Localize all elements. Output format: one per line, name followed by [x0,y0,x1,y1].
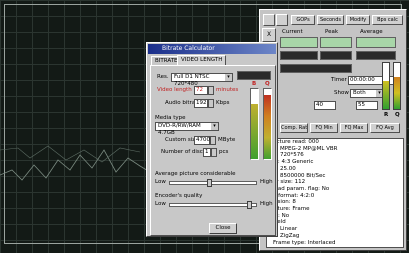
info-line: e: 25.00 [273,165,296,172]
fq-min-tab[interactable]: FQ Min [310,123,338,133]
video-length-spinner[interactable] [208,86,214,95]
media-type-label: Media type [155,115,186,121]
high-label-1: High [260,179,273,185]
number-of-discs-label: Number of discs [161,149,206,155]
r-level-bar [382,62,390,110]
info-line: e: ZigZag [273,232,300,239]
header-current: Current [282,29,303,35]
info-line: st: No [273,212,290,219]
b-bar-label: B [252,81,257,87]
media-type-select[interactable]: DVD-R/RW/RAM 4.7GB ▾ [155,122,219,136]
q-bar-label: Q [265,81,270,87]
info-line: e: Linear [273,226,298,233]
encoder-quality-slider-handle[interactable] [247,201,252,209]
info-line: io: 4:3 Generic [273,159,314,166]
info-line: er size: 112 [273,179,306,186]
kbps-label: Kbps [216,100,230,106]
mbyte-label: MByte [218,137,236,143]
q-level-fill [264,94,271,159]
info-line: e format: 4:2:0 [273,192,315,199]
info-line: load param. flag: No [273,185,330,192]
custom-size-spinner[interactable] [210,136,216,145]
minutes-label: minutes [216,87,239,93]
show-select[interactable]: Both ▾ [350,89,384,98]
gops-button[interactable]: GOPs [291,15,315,25]
comp-ratio-tab[interactable]: Comp. Ratio [280,123,308,133]
low-label-1: Low [155,179,166,185]
info-line: cision: 8 [273,199,296,206]
info-line: Frame type: Interlaced [273,239,336,246]
header-average: Average [360,29,383,35]
video-length-label: Video length [157,87,192,93]
info-line: e: 720*576 [273,152,304,159]
q-level-bar [393,62,401,110]
disk-icon-button[interactable] [276,14,288,26]
tab-video-length[interactable]: VIDEO LENGTH [177,55,227,65]
header-peak: Peak [325,29,339,35]
encoder-quality-label: Encoder's quality [155,193,203,199]
secondary-display [280,64,352,73]
resolution-select[interactable]: Full D1 NTSC 720*480 ▾ [171,73,233,87]
number-of-discs-input[interactable]: 1 [203,148,211,157]
high-label-2: High [260,201,273,207]
avg-picture-label: Average picture considerable [155,171,236,177]
custom-size-input[interactable]: 4700 [194,136,210,145]
fq-avg-tab[interactable]: FQ Avg [370,123,400,133]
low-label-2: Low [155,201,166,207]
info-line: icture: Frame [273,206,310,213]
chevron-down-icon: ▾ [225,74,232,81]
info-line: Field [273,219,286,226]
timer-label: Timer [331,77,347,83]
dialog-title: Bitrate Calculator [148,44,276,54]
info-line: e: MPEG-2 MP@ML VBR [273,145,338,152]
current-meter [280,37,318,48]
average-display [356,51,396,60]
seconds-button[interactable]: Seconds [317,15,344,25]
stats-window: GOPs Seconds Modify Bps calc X Current P… [259,9,407,251]
audio-bitrate-spinner[interactable] [208,99,214,108]
peak-display [320,51,352,60]
video-length-input[interactable]: 72 [194,86,208,95]
avg-picture-slider-handle[interactable] [207,179,212,187]
avg-picture-slider-track[interactable] [169,181,257,185]
fq-max-tab[interactable]: FQ Max [340,123,368,133]
encoder-quality-slider-track[interactable] [169,203,257,207]
save-icon-button[interactable] [263,14,275,26]
show-label: Show [334,90,349,96]
b-level-bar [250,88,259,160]
peak-meter [320,37,352,48]
bitrate-calculator-dialog: Bitrate Calculator BITRATE VIDEO LENGTH … [146,42,278,237]
audio-bitrate-input[interactable]: 192 [194,99,208,108]
res-label: Res. [157,74,169,80]
stream-info-list: ucture read: 000 e: MPEG-2 MP@ML VBR e: 72… [266,138,404,248]
info-line: ucture read: 000 [273,139,319,145]
chevron-down-icon: ▾ [211,123,218,130]
q-level-bar [263,88,272,160]
number-of-discs-spinner[interactable] [211,148,217,157]
field-two[interactable]: 55 [356,101,378,110]
show-select-value: Both [353,90,366,96]
average-meter [356,37,396,48]
close-button[interactable]: Close [209,223,237,234]
pcs-label: pcs [219,149,229,155]
field-one[interactable]: 40 [314,101,336,110]
modify-button[interactable]: Modify [346,15,370,25]
info-line: e: 8500000 Bit/Sec [273,172,326,179]
r-label: R [384,112,389,118]
current-display [280,51,318,60]
b-level-fill [251,104,258,159]
close-button-label: Close [215,225,231,231]
close-icon[interactable]: X [262,28,276,42]
q-label: Q [395,112,400,118]
bitrate-result-display [237,71,271,80]
bps-calc-button[interactable]: Bps calc [372,15,403,25]
